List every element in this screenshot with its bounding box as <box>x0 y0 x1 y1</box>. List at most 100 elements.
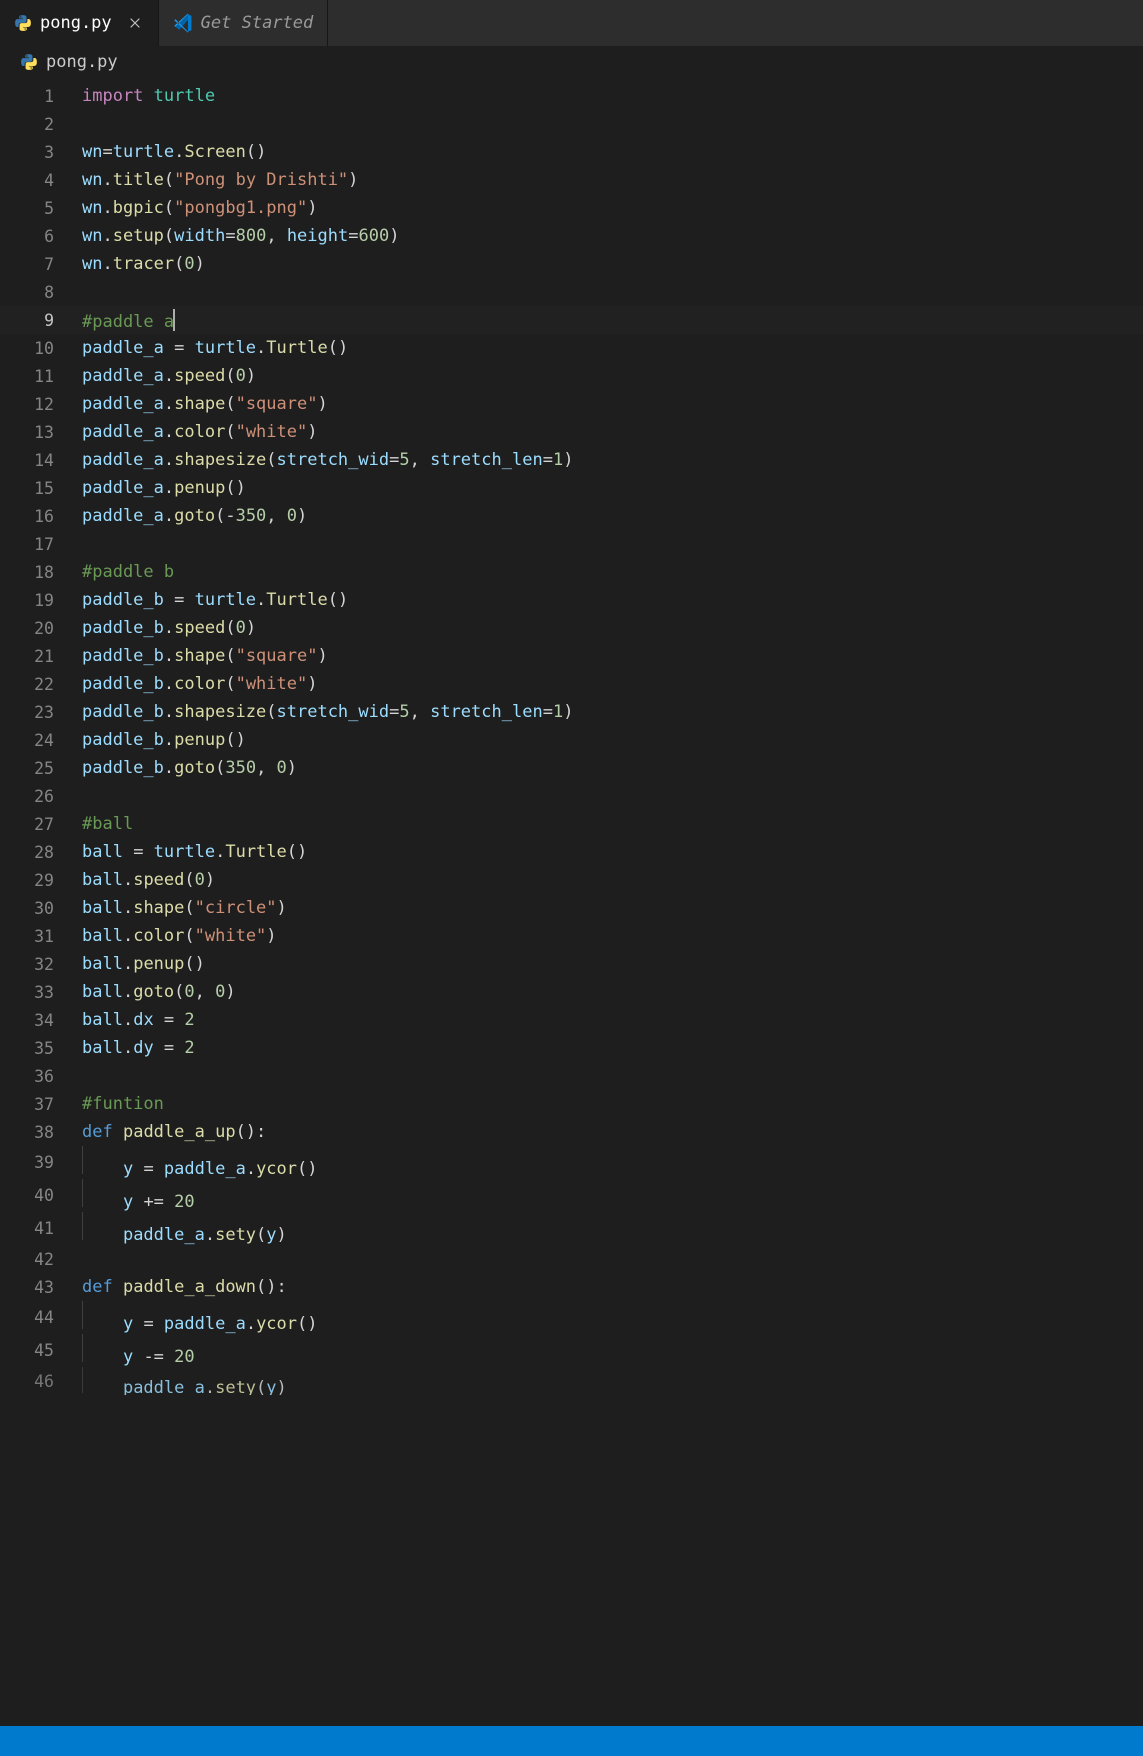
code-line[interactable]: 11paddle_a.speed(0) <box>0 362 1143 390</box>
line-number: 11 <box>0 367 82 386</box>
code-line[interactable]: 28ball = turtle.Turtle() <box>0 838 1143 866</box>
code-content: wn.title("Pong by Drishti") <box>82 170 1143 190</box>
code-line[interactable]: 31ball.color("white") <box>0 922 1143 950</box>
code-line[interactable]: 1import turtle <box>0 82 1143 110</box>
line-number: 1 <box>0 87 82 106</box>
code-line[interactable]: 17 <box>0 530 1143 558</box>
code-line[interactable]: 5wn.bgpic("pongbg1.png") <box>0 194 1143 222</box>
code-line[interactable]: 8 <box>0 278 1143 306</box>
code-content: wn.tracer(0) <box>82 254 1143 274</box>
code-line[interactable]: 7wn.tracer(0) <box>0 250 1143 278</box>
code-line[interactable]: 38def paddle_a_up(): <box>0 1118 1143 1146</box>
code-line[interactable]: 36 <box>0 1062 1143 1090</box>
code-content: wn.setup(width=800, height=600) <box>82 226 1143 246</box>
code-line[interactable]: 40 y += 20 <box>0 1179 1143 1212</box>
code-content: ball.dx = 2 <box>82 1010 1143 1030</box>
code-line[interactable]: 43def paddle_a_down(): <box>0 1273 1143 1301</box>
line-number: 24 <box>0 731 82 750</box>
line-number: 9 <box>0 311 82 330</box>
line-number: 4 <box>0 171 82 190</box>
code-line[interactable]: 21paddle_b.shape("square") <box>0 642 1143 670</box>
code-line[interactable]: 42 <box>0 1245 1143 1273</box>
line-number: 39 <box>0 1153 82 1172</box>
code-content: paddle_a.penup() <box>82 478 1143 498</box>
line-number: 14 <box>0 451 82 470</box>
code-line[interactable]: 34ball.dx = 2 <box>0 1006 1143 1034</box>
code-line[interactable]: 9#paddle a <box>0 306 1143 334</box>
breadcrumb-label: pong.py <box>46 52 118 72</box>
code-content: #funtion <box>82 1094 1143 1114</box>
code-line[interactable]: 32ball.penup() <box>0 950 1143 978</box>
code-content: #paddle b <box>82 562 1143 582</box>
code-line[interactable]: 4wn.title("Pong by Drishti") <box>0 166 1143 194</box>
line-number: 35 <box>0 1039 82 1058</box>
code-content: ball.speed(0) <box>82 870 1143 890</box>
code-line[interactable]: 3wn=turtle.Screen() <box>0 138 1143 166</box>
code-content: y += 20 <box>82 1179 1143 1212</box>
code-line[interactable]: 39 y = paddle_a.ycor() <box>0 1146 1143 1179</box>
tab-label: pong.py <box>40 13 112 33</box>
code-content: paddle_a.speed(0) <box>82 366 1143 386</box>
code-line[interactable]: 44 y = paddle_a.ycor() <box>0 1301 1143 1334</box>
line-number: 34 <box>0 1011 82 1030</box>
code-line[interactable]: 2 <box>0 110 1143 138</box>
line-number: 38 <box>0 1123 82 1142</box>
code-line[interactable]: 41 paddle_a.sety(y) <box>0 1212 1143 1245</box>
code-line[interactable]: 46 paddle_a.sety(y) <box>0 1367 1143 1395</box>
code-line[interactable]: 6wn.setup(width=800, height=600) <box>0 222 1143 250</box>
code-line[interactable]: 12paddle_a.shape("square") <box>0 390 1143 418</box>
code-content: paddle_a.color("white") <box>82 422 1143 442</box>
line-number: 15 <box>0 479 82 498</box>
code-line[interactable]: 20paddle_b.speed(0) <box>0 614 1143 642</box>
tab-pong-py[interactable]: pong.py <box>0 0 159 46</box>
code-content: ball.penup() <box>82 954 1143 974</box>
code-line[interactable]: 10paddle_a = turtle.Turtle() <box>0 334 1143 362</box>
line-number: 3 <box>0 143 82 162</box>
code-line[interactable]: 24paddle_b.penup() <box>0 726 1143 754</box>
editor[interactable]: 1import turtle23wn=turtle.Screen()4wn.ti… <box>0 82 1143 1435</box>
tab-get-started[interactable]: Get Started <box>159 0 329 46</box>
breadcrumb[interactable]: pong.py <box>0 46 1143 82</box>
code-line[interactable]: 27#ball <box>0 810 1143 838</box>
tab-label: Get Started <box>201 13 314 33</box>
close-icon[interactable] <box>126 14 144 32</box>
code-line[interactable]: 23paddle_b.shapesize(stretch_wid=5, stre… <box>0 698 1143 726</box>
code-content: paddle_a = turtle.Turtle() <box>82 338 1143 358</box>
line-number: 7 <box>0 255 82 274</box>
code-line[interactable]: 14paddle_a.shapesize(stretch_wid=5, stre… <box>0 446 1143 474</box>
code-line[interactable]: 18#paddle b <box>0 558 1143 586</box>
text-cursor <box>173 309 175 331</box>
line-number: 10 <box>0 339 82 358</box>
code-content: paddle_b.color("white") <box>82 674 1143 694</box>
code-line[interactable]: 29ball.speed(0) <box>0 866 1143 894</box>
code-content: def paddle_a_up(): <box>82 1122 1143 1142</box>
line-number: 33 <box>0 983 82 1002</box>
code-line[interactable]: 26 <box>0 782 1143 810</box>
code-line[interactable]: 35ball.dy = 2 <box>0 1034 1143 1062</box>
status-bar[interactable] <box>0 1726 1143 1756</box>
code-line[interactable]: 37#funtion <box>0 1090 1143 1118</box>
code-content: paddle_b.penup() <box>82 730 1143 750</box>
code-line[interactable]: 30ball.shape("circle") <box>0 894 1143 922</box>
code-content: paddle_a.shapesize(stretch_wid=5, stretc… <box>82 450 1143 470</box>
code-line[interactable]: 45 y -= 20 <box>0 1334 1143 1367</box>
code-line[interactable]: 22paddle_b.color("white") <box>0 670 1143 698</box>
code-line[interactable]: 15paddle_a.penup() <box>0 474 1143 502</box>
code-line[interactable]: 16paddle_a.goto(-350, 0) <box>0 502 1143 530</box>
code-line[interactable]: 33ball.goto(0, 0) <box>0 978 1143 1006</box>
code-content: wn=turtle.Screen() <box>82 142 1143 162</box>
line-number: 45 <box>0 1341 82 1360</box>
code-content: paddle_b = turtle.Turtle() <box>82 590 1143 610</box>
code-line[interactable]: 19paddle_b = turtle.Turtle() <box>0 586 1143 614</box>
line-number: 42 <box>0 1250 82 1269</box>
code-content: paddle_b.speed(0) <box>82 618 1143 638</box>
line-number: 19 <box>0 591 82 610</box>
tab-bar: pong.py Get Started <box>0 0 1143 46</box>
code-content: paddle_a.goto(-350, 0) <box>82 506 1143 526</box>
line-number: 21 <box>0 647 82 666</box>
line-number: 30 <box>0 899 82 918</box>
line-number: 40 <box>0 1186 82 1205</box>
code-content: paddle_a.sety(y) <box>82 1212 1143 1245</box>
code-line[interactable]: 25paddle_b.goto(350, 0) <box>0 754 1143 782</box>
code-line[interactable]: 13paddle_a.color("white") <box>0 418 1143 446</box>
